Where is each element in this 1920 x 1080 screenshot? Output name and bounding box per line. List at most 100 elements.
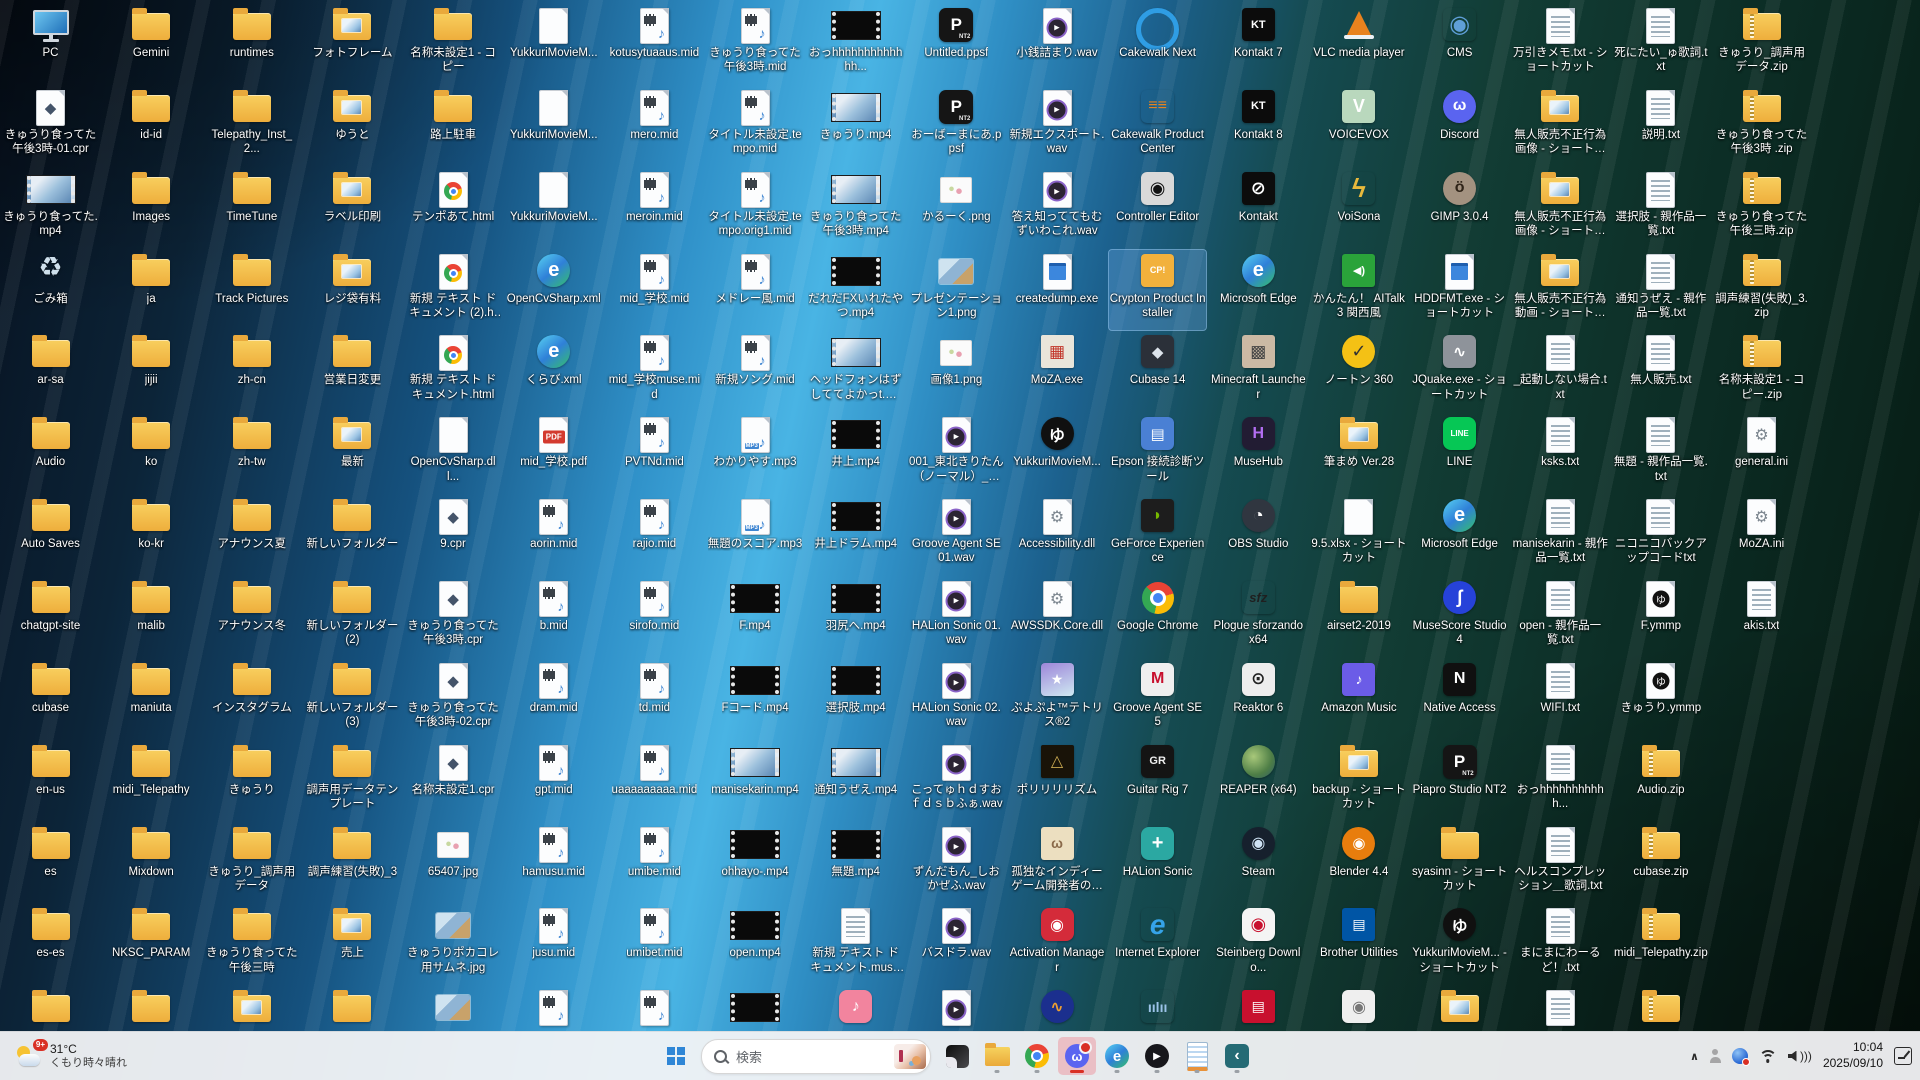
desktop-icon[interactable]: ωDiscord: [1411, 86, 1508, 166]
desktop-icon[interactable]: ♪dram.mid: [505, 659, 602, 739]
desktop-icon[interactable]: YukkuriMovieM...: [505, 4, 602, 84]
desktop-icon[interactable]: 通知うぜえ - 親作品一覧.txt: [1612, 250, 1709, 330]
desktop-icon[interactable]: ▶こってゅｈｄすおｆｄｓｂふぁ.wav: [908, 741, 1005, 821]
tray-overflow-chevron-icon[interactable]: ∧: [1690, 1050, 1699, 1063]
desktop-icon[interactable]: 路上駐車: [405, 86, 502, 166]
desktop-icon[interactable]: ♻ごみ箱: [2, 250, 99, 330]
desktop-icon[interactable]: cubase: [2, 659, 99, 739]
desktop-icon[interactable]: 新規 テキスト ドキュメント.musicxml: [807, 904, 904, 984]
desktop-icon[interactable]: maniuta: [103, 659, 200, 739]
desktop-icon[interactable]: 名称未設定1 - コピー.zip: [1713, 331, 1810, 411]
desktop-icon[interactable]: 新しいフォルダー: [304, 495, 401, 575]
desktop-icon[interactable]: ar-sa: [2, 331, 99, 411]
desktop-icon[interactable]: zh-tw: [203, 413, 300, 493]
desktop-icon[interactable]: 画像1.png: [908, 331, 1005, 411]
desktop-icon[interactable]: だれだFXいれたやつ.mp4: [807, 250, 904, 330]
desktop-icon[interactable]: PDFmid_学校.pdf: [505, 413, 602, 493]
desktop-icon[interactable]: ▶Groove Agent SE 01.wav: [908, 495, 1005, 575]
desktop-icon[interactable]: 調声用データテンプレート: [304, 741, 401, 821]
desktop-icon[interactable]: ohhayo-.mp4: [707, 823, 804, 903]
desktop-icon[interactable]: ニコニコバックアップコードtxt: [1612, 495, 1709, 575]
desktop-icon[interactable]: midi_Telepathy.zip: [1612, 904, 1709, 984]
clock[interactable]: 10:04 2025/09/10: [1823, 1040, 1883, 1071]
desktop-icon[interactable]: KTKontakt 7: [1210, 4, 1307, 84]
desktop-icon[interactable]: ∿JQuake.exe - ショートカット: [1411, 331, 1508, 411]
desktop-icon[interactable]: REAPER (x64): [1210, 741, 1307, 821]
desktop-icon[interactable]: ♪b.mid: [505, 577, 602, 657]
desktop-icon[interactable]: OpenCvSharp.dll...: [405, 413, 502, 493]
volume-icon[interactable]: ))): [1788, 1049, 1812, 1063]
desktop-icon[interactable]: open.mp4: [707, 904, 804, 984]
desktop-icon[interactable]: ▶小銭詰まり.wav: [1009, 4, 1106, 84]
desktop-icon[interactable]: ♪メドレー風.mid: [707, 250, 804, 330]
taskbar-notepad[interactable]: [1178, 1037, 1216, 1075]
desktop-icon[interactable]: きゅうり食ってた.mp4: [2, 168, 99, 248]
desktop-icon[interactable]: 売上: [304, 904, 401, 984]
desktop-icon[interactable]: zh-cn: [203, 331, 300, 411]
desktop-icon[interactable]: PNT2Untitled.ppsf: [908, 4, 1005, 84]
desktop-icon[interactable]: CP!Crypton Product Installer: [1109, 250, 1206, 330]
desktop-icon[interactable]: フォトフレーム: [304, 4, 401, 84]
search-input[interactable]: 検索: [701, 1039, 931, 1074]
desktop-icon[interactable]: ▦MoZA.exe: [1009, 331, 1106, 411]
desktop-icon[interactable]: syasinn - ショートカット: [1411, 823, 1508, 903]
taskbar-microsoft-edge[interactable]: e: [1098, 1037, 1136, 1075]
desktop-icon[interactable]: Gemini: [103, 4, 200, 84]
desktop-icon[interactable]: ♪PVTNd.mid: [606, 413, 703, 493]
desktop-icon[interactable]: ゆF.ymmp: [1612, 577, 1709, 657]
desktop-icon[interactable]: NKSC_PARAM: [103, 904, 200, 984]
taskbar-file-explorer[interactable]: [978, 1037, 1016, 1075]
desktop-icon[interactable]: eOpenCvSharp.xml: [505, 250, 602, 330]
desktop-icon[interactable]: GRGuitar Rig 7: [1109, 741, 1206, 821]
desktop-icon[interactable]: 死にたい_ゅ歌詞.txt: [1612, 4, 1709, 84]
desktop-icon[interactable]: ◗GeForce Experience: [1109, 495, 1206, 575]
desktop-icon[interactable]: きゅうり.mp4: [807, 86, 904, 166]
desktop-icon[interactable]: 無題.mp4: [807, 823, 904, 903]
desktop-icon[interactable]: ▶新規エクスポート.wav: [1009, 86, 1106, 166]
desktop-icon[interactable]: PNT2Piapro Studio NT2: [1411, 741, 1508, 821]
desktop-icon[interactable]: ♪タイトル未設定.tempo.orig1.mid: [707, 168, 804, 248]
desktop-icon[interactable]: ◆きゅうり食ってた午後3時-01.cpr: [2, 86, 99, 166]
desktop-icon[interactable]: ϟVoiSona: [1310, 168, 1407, 248]
desktop-icon[interactable]: インスタグラム: [203, 659, 300, 739]
desktop-icon[interactable]: ◉Activation Manager: [1009, 904, 1106, 984]
desktop-icon[interactable]: Auto Saves: [2, 495, 99, 575]
desktop-icon[interactable]: 選択肢.mp4: [807, 659, 904, 739]
desktop-icon[interactable]: 65407.jpg: [405, 823, 502, 903]
desktop-icon[interactable]: ▶HALion Sonic 02.wav: [908, 659, 1005, 739]
desktop-icon[interactable]: 調声練習(失敗)_3: [304, 823, 401, 903]
taskbar-discord[interactable]: ω: [1058, 1037, 1096, 1075]
desktop-icon[interactable]: ♪gpt.mid: [505, 741, 602, 821]
desktop-icon[interactable]: ◉CMS: [1411, 4, 1508, 84]
desktop-icon[interactable]: HDDFMT.exe - ショートカット: [1411, 250, 1508, 330]
desktop-icon[interactable]: ♪umibet.mid: [606, 904, 703, 984]
desktop-icon[interactable]: ◉Controller Editor: [1109, 168, 1206, 248]
desktop-icon[interactable]: 最新: [304, 413, 401, 493]
desktop-icon[interactable]: テンポあて.html: [405, 168, 502, 248]
desktop-icon[interactable]: まにまにわーるど！.txt: [1512, 904, 1609, 984]
desktop-icon[interactable]: ♪meroin.mid: [606, 168, 703, 248]
desktop-icon[interactable]: eMicrosoft Edge: [1210, 250, 1307, 330]
desktop-icon[interactable]: ▶001_東北きりたん（ノーマル）_今じゃ...: [908, 413, 1005, 493]
desktop-icon[interactable]: ◔OBS Studio: [1210, 495, 1307, 575]
desktop-icon[interactable]: runtimes: [203, 4, 300, 84]
desktop-icon[interactable]: en-us: [2, 741, 99, 821]
desktop-icon[interactable]: ja: [103, 250, 200, 330]
desktop-icon[interactable]: 無人販売不正行為画像 - ショートカット: [1512, 168, 1609, 248]
desktop-icon[interactable]: ko: [103, 413, 200, 493]
desktop-icon[interactable]: ♪hamusu.mid: [505, 823, 602, 903]
desktop-icon[interactable]: KTKontakt 8: [1210, 86, 1307, 166]
desktop-icon[interactable]: ◉Steam: [1210, 823, 1307, 903]
desktop-icon[interactable]: _起動しない場合.txt: [1512, 331, 1609, 411]
desktop-icon[interactable]: Telepathy_Inst_2...: [203, 86, 300, 166]
desktop-icon[interactable]: createdump.exe: [1009, 250, 1106, 330]
desktop-icon[interactable]: ω孤独なインディーゲーム開発者の一生 ...: [1009, 823, 1106, 903]
desktop-icon[interactable]: ⚙MoZA.ini: [1713, 495, 1810, 575]
desktop-icon[interactable]: おっhhhhhhhhhhh...: [1512, 741, 1609, 821]
desktop-icon[interactable]: backup - ショートカット: [1310, 741, 1407, 821]
desktop-icon[interactable]: ▤Epson 接続診断ツール: [1109, 413, 1206, 493]
desktop-icon[interactable]: ◉Blender 4.4: [1310, 823, 1407, 903]
desktop-icon[interactable]: 井上.mp4: [807, 413, 904, 493]
desktop-icon[interactable]: PNT2おーばーまにあ.ppsf: [908, 86, 1005, 166]
desktop-icon[interactable]: ゆうと: [304, 86, 401, 166]
